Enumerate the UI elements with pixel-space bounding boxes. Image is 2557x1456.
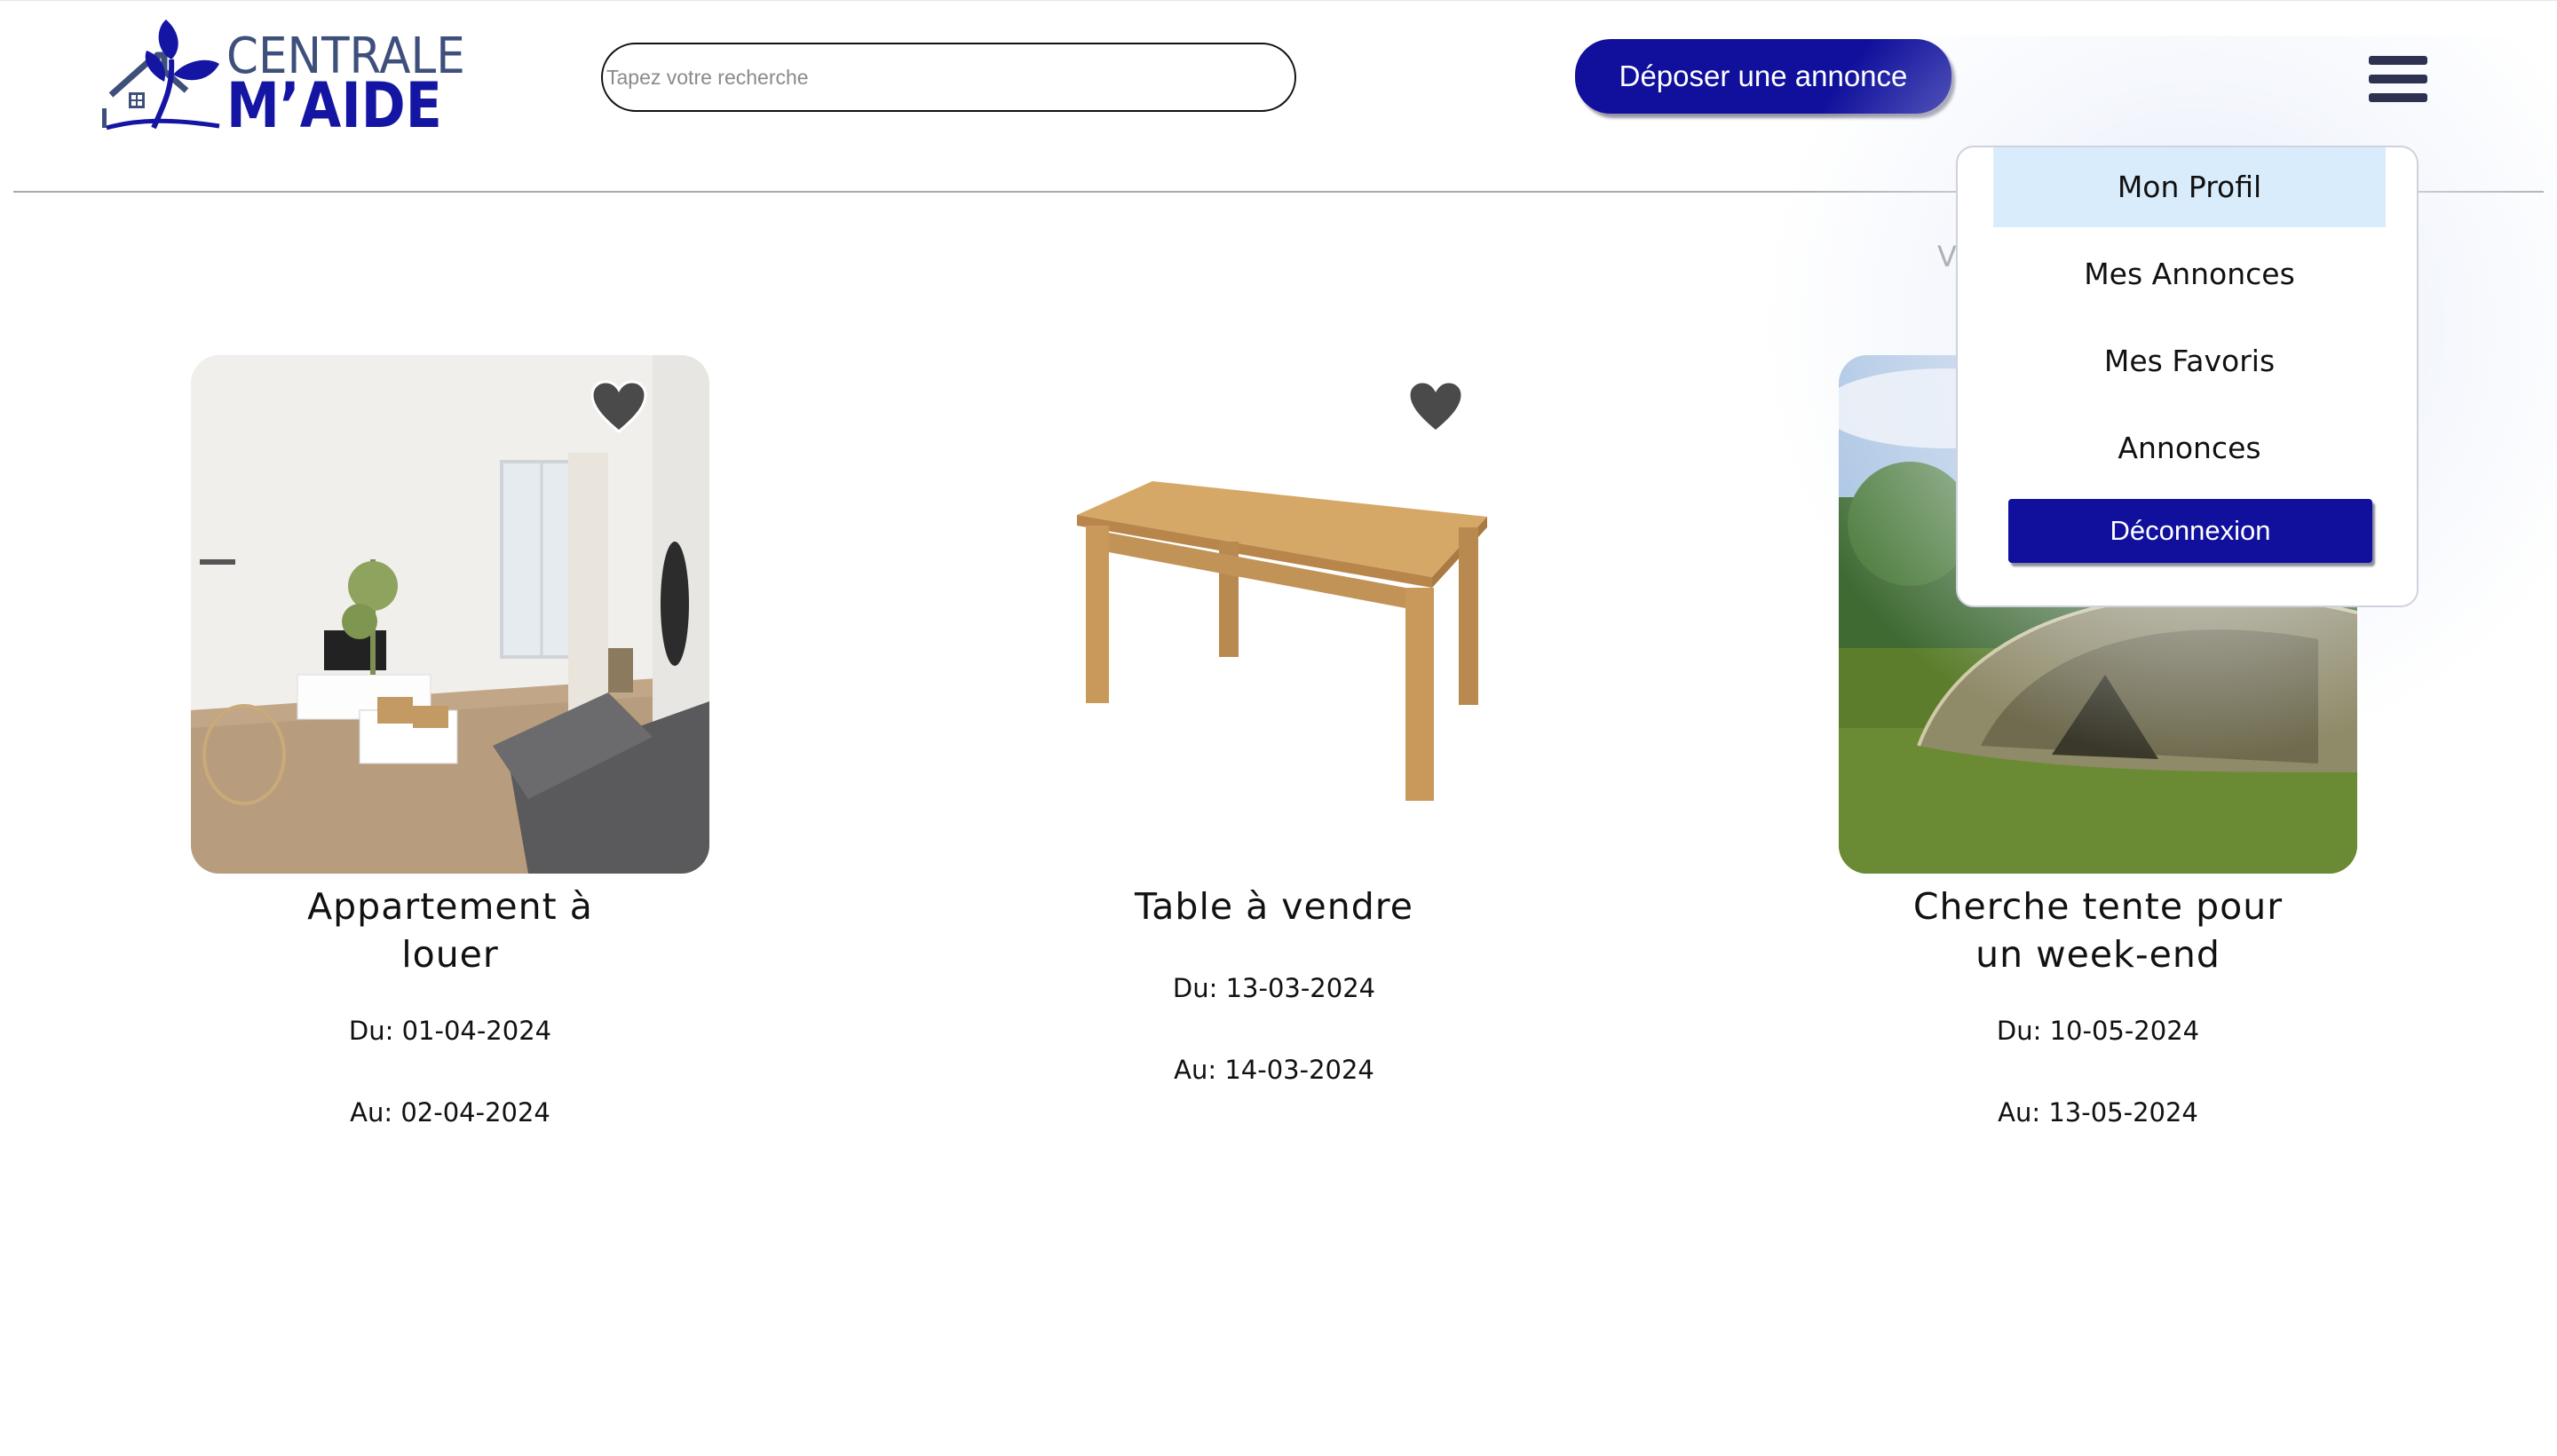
menu-item-mon-profil[interactable]: Mon Profil bbox=[1993, 147, 2386, 227]
site-logo[interactable]: CENTRALE M’AIDE bbox=[102, 20, 465, 142]
listing-card[interactable]: Appartement à louer Du: 01-04-2024 Au: 0… bbox=[184, 355, 716, 1128]
search-input[interactable] bbox=[601, 43, 1296, 112]
user-dropdown-menu: Mon Profil Mes Annonces Mes Favoris Anno… bbox=[1956, 146, 2418, 607]
listing-title[interactable]: Table à vendre bbox=[1088, 882, 1461, 930]
listing-image-table[interactable] bbox=[1015, 355, 1533, 874]
listing-date-to: Au: 13-05-2024 bbox=[1998, 1097, 2198, 1128]
top-border bbox=[0, 0, 2557, 1]
menu-item-annonces[interactable]: Annonces bbox=[1993, 408, 2386, 488]
listing-title[interactable]: Appartement à louer bbox=[264, 882, 637, 978]
logo-text-maide: M’AIDE bbox=[226, 69, 442, 142]
listing-title[interactable]: Cherche tente pour un week-end bbox=[1912, 882, 2284, 978]
logout-button[interactable]: Déconnexion bbox=[2008, 499, 2372, 563]
listing-card[interactable]: Table à vendre Du: 13-03-2024 Au: 14-03-… bbox=[1008, 355, 1540, 1085]
listing-date-from: Du: 13-03-2024 bbox=[1172, 973, 1376, 1003]
listing-date-to: Au: 14-03-2024 bbox=[1174, 1055, 1374, 1085]
listing-date-from: Du: 10-05-2024 bbox=[1996, 1016, 2200, 1046]
listing-image-apartment[interactable] bbox=[191, 355, 709, 874]
listing-date-to: Au: 02-04-2024 bbox=[350, 1097, 550, 1128]
heart-icon[interactable] bbox=[1407, 380, 1464, 433]
hamburger-icon[interactable] bbox=[2369, 56, 2427, 102]
logo-house-leaf-icon bbox=[102, 20, 220, 131]
heart-icon[interactable] bbox=[590, 380, 647, 433]
menu-item-mes-favoris[interactable]: Mes Favoris bbox=[1993, 321, 2386, 401]
menu-item-mes-annonces[interactable]: Mes Annonces bbox=[1993, 234, 2386, 314]
listing-date-from: Du: 01-04-2024 bbox=[348, 1016, 552, 1046]
